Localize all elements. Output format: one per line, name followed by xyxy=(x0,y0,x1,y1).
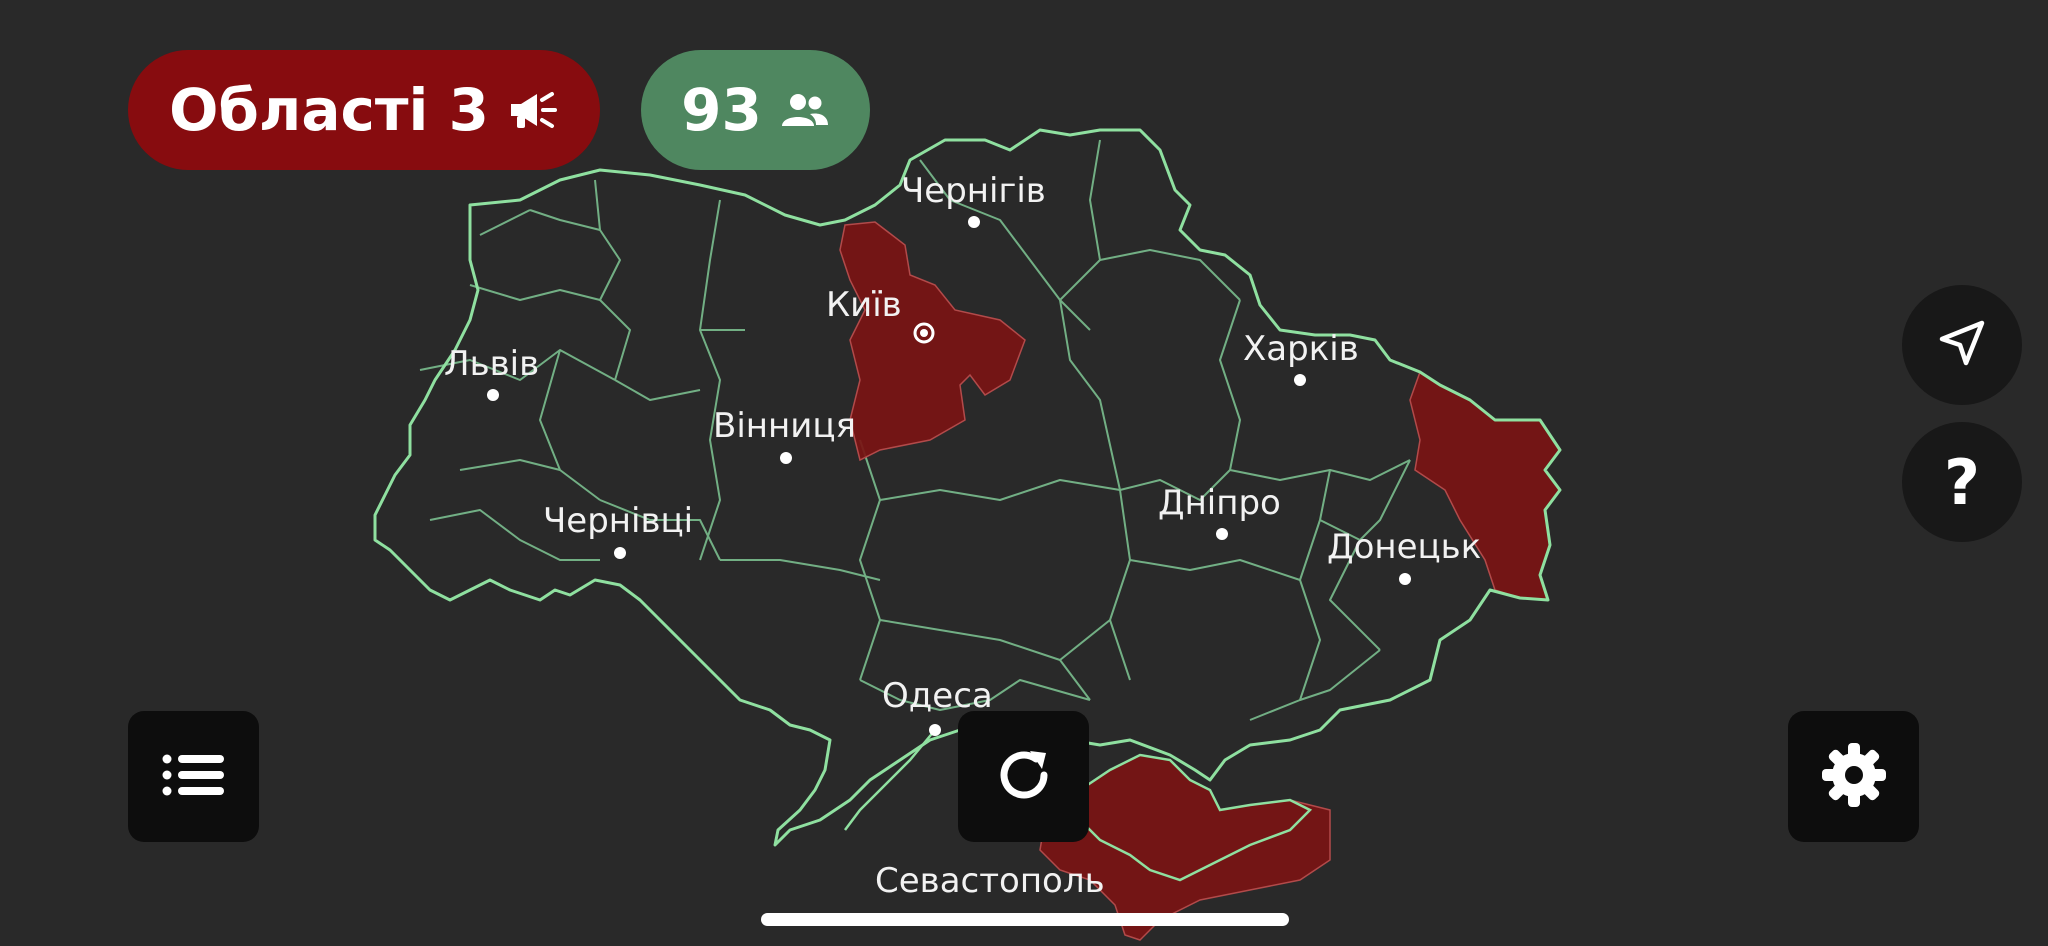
city-dot-dnipro[interactable] xyxy=(1216,528,1228,540)
city-label-chernihiv: Чернігів xyxy=(901,171,1046,211)
city-label-sevastopol: Севастополь xyxy=(875,861,1105,901)
city-label-kharkiv: Харків xyxy=(1243,329,1359,369)
online-users-pill[interactable]: 93 xyxy=(641,50,870,170)
city-dot-chernivtsi[interactable] xyxy=(614,547,626,559)
navigation-arrow-icon xyxy=(1936,317,1988,373)
city-dot-kyiv-center xyxy=(920,329,928,337)
list-icon xyxy=(162,753,226,801)
help-label: ? xyxy=(1944,445,1980,519)
online-users-count: 93 xyxy=(681,76,762,144)
locate-button[interactable] xyxy=(1902,285,2022,405)
city-dot-odesa[interactable] xyxy=(929,724,941,736)
city-label-kyiv: Київ xyxy=(826,285,902,325)
app-screen: Чернігів Київ Харків Львів Вінниця Дніпр… xyxy=(0,0,2048,946)
gear-icon xyxy=(1820,741,1888,813)
city-dot-chernihiv[interactable] xyxy=(968,216,980,228)
refresh-button[interactable] xyxy=(958,711,1089,842)
city-label-lviv: Львів xyxy=(444,344,539,384)
home-indicator xyxy=(761,913,1289,926)
alert-regions xyxy=(839,221,1561,941)
city-dot-kharkiv[interactable] xyxy=(1294,374,1306,386)
alert-regions-label: Області 3 xyxy=(169,76,489,144)
city-markers xyxy=(487,216,1411,736)
refresh-icon xyxy=(994,745,1054,809)
list-button[interactable] xyxy=(128,711,259,842)
odesa-coast xyxy=(844,729,936,831)
city-label-dnipro: Дніпро xyxy=(1158,483,1281,523)
region-kyiv-oblast[interactable] xyxy=(839,221,1026,462)
users-icon xyxy=(780,92,830,128)
city-label-chernivtsi: Чернівці xyxy=(543,501,693,541)
city-dot-lviv[interactable] xyxy=(487,389,499,401)
city-label-vinnytsia: Вінниця xyxy=(713,406,856,446)
alert-regions-pill[interactable]: Області 3 xyxy=(128,50,600,170)
city-dot-vinnytsia[interactable] xyxy=(780,452,792,464)
settings-button[interactable] xyxy=(1788,711,1919,842)
city-dot-donetsk[interactable] xyxy=(1399,573,1411,585)
megaphone-icon xyxy=(507,88,559,132)
city-label-donetsk: Донецьк xyxy=(1327,527,1481,567)
city-label-odesa: Одеса xyxy=(882,676,993,716)
help-button[interactable]: ? xyxy=(1902,422,2022,542)
